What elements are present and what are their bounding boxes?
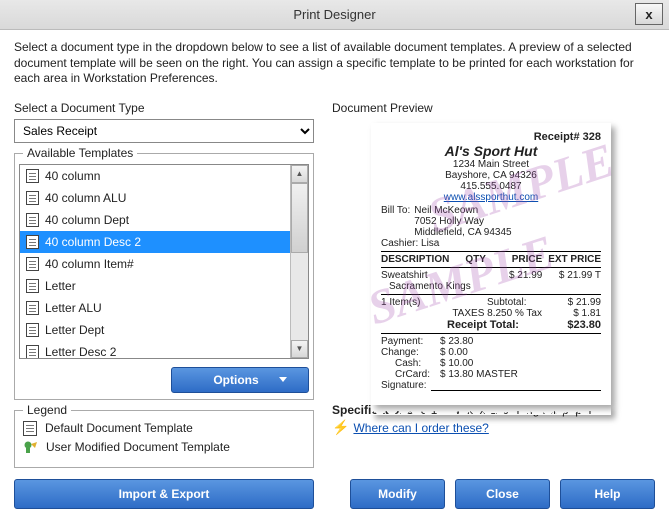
close-button[interactable]: Close bbox=[455, 479, 550, 509]
store-phone: 415.555.0487 bbox=[381, 181, 601, 192]
template-label: 40 column bbox=[45, 168, 100, 184]
preview-label: Document Preview bbox=[332, 101, 655, 115]
receipt-item: Sweatshirt$ 21.99$ 21.99 T bbox=[381, 270, 601, 281]
receipt-item-desc: Sacramento Kings bbox=[381, 281, 601, 292]
help-button[interactable]: Help bbox=[560, 479, 655, 509]
template-row[interactable]: Letter bbox=[20, 275, 290, 297]
legend-label: Legend bbox=[23, 403, 71, 417]
receipt-number: Receipt# 328 bbox=[381, 131, 601, 143]
receipt-total: Receipt Total:$23.80 bbox=[381, 319, 601, 331]
cashier: Cashier: Lisa bbox=[381, 238, 601, 249]
template-row[interactable]: Letter Dept bbox=[20, 319, 290, 341]
import-export-button[interactable]: Import & Export bbox=[14, 479, 314, 509]
doctype-select[interactable]: Sales Receipt bbox=[14, 119, 314, 143]
template-row[interactable]: 40 column bbox=[20, 165, 290, 187]
close-window-button[interactable]: x bbox=[635, 3, 663, 25]
document-icon bbox=[26, 235, 39, 249]
doctype-label: Select a Document Type bbox=[14, 101, 314, 115]
document-icon bbox=[26, 169, 39, 183]
template-label: Letter Dept bbox=[45, 322, 104, 338]
template-row[interactable]: 40 column Item# bbox=[20, 253, 290, 275]
template-row[interactable]: Letter ALU bbox=[20, 297, 290, 319]
template-label: Letter Desc 2 bbox=[45, 344, 116, 359]
document-icon bbox=[26, 257, 39, 271]
modify-button[interactable]: Modify bbox=[350, 479, 445, 509]
legend-modified: User Modified Document Template bbox=[23, 438, 305, 457]
lightning-icon: ⚡ bbox=[332, 421, 349, 433]
document-icon bbox=[26, 323, 39, 337]
billto-label: Bill To: bbox=[381, 205, 410, 238]
order-link-row: ⚡ Where can I order these? bbox=[332, 421, 655, 435]
templates-listbox[interactable]: 40 column 40 column ALU 40 column Dept 40 c… bbox=[19, 164, 309, 359]
templates-fieldset: Available Templates 40 column40 column A… bbox=[14, 153, 314, 400]
receipt-edge-icon bbox=[371, 405, 611, 415]
close-icon: x bbox=[645, 7, 652, 22]
store-name: Al's Sport Hut bbox=[381, 143, 601, 159]
template-row[interactable]: Letter Desc 2 bbox=[20, 341, 290, 359]
legend-default: Default Document Template bbox=[23, 419, 305, 438]
user-modified-icon bbox=[23, 440, 38, 455]
template-row[interactable]: 40 column Dept bbox=[20, 209, 290, 231]
billto-name: Neil McKeown bbox=[414, 205, 511, 216]
store-addr1: 1234 Main Street bbox=[381, 159, 601, 170]
template-row[interactable]: 40 column ALU bbox=[20, 187, 290, 209]
document-preview: SAMPLE SAMPLE Receipt# 328 Al's Sport Hu… bbox=[332, 119, 655, 399]
window-title: Print Designer bbox=[293, 7, 375, 22]
order-link[interactable]: Where can I order these? bbox=[353, 421, 488, 435]
document-icon bbox=[26, 345, 39, 359]
receipt-preview: SAMPLE SAMPLE Receipt# 328 Al's Sport Hu… bbox=[371, 123, 611, 405]
document-icon bbox=[26, 213, 39, 227]
template-label: 40 column Dept bbox=[45, 212, 129, 228]
scroll-down-button[interactable]: ▼ bbox=[291, 340, 308, 358]
title-bar: Print Designer x bbox=[0, 0, 669, 30]
options-button[interactable]: Options bbox=[171, 367, 309, 393]
legend-fieldset: Legend Default Document Template User Mo… bbox=[14, 410, 314, 468]
template-label: Letter ALU bbox=[45, 300, 102, 316]
scroll-thumb[interactable] bbox=[291, 183, 308, 253]
receipt-columns: DESCRIPTIONQTYPRICEEXT PRICE bbox=[381, 254, 601, 265]
templates-scrollbar[interactable]: ▲ ▼ bbox=[290, 165, 308, 358]
template-label: 40 column Item# bbox=[45, 256, 134, 272]
scroll-up-button[interactable]: ▲ bbox=[291, 165, 308, 183]
intro-text: Select a document type in the dropdown b… bbox=[14, 40, 655, 87]
document-icon bbox=[26, 301, 39, 315]
billto-addr1: 7052 Holly Way bbox=[414, 216, 511, 227]
template-label: 40 column Desc 2 bbox=[45, 234, 141, 250]
document-icon bbox=[26, 191, 39, 205]
document-icon bbox=[26, 279, 39, 293]
templates-label: Available Templates bbox=[23, 146, 137, 160]
store-addr2: Bayshore, CA 94326 bbox=[381, 170, 601, 181]
template-label: Letter bbox=[45, 278, 76, 294]
chevron-down-icon bbox=[279, 377, 287, 382]
template-row[interactable]: 40 column Desc 2 bbox=[20, 231, 290, 253]
billto-addr2: Middlefield, CA 94345 bbox=[414, 227, 511, 238]
document-icon bbox=[23, 421, 37, 436]
store-url: www.alssporthut.com bbox=[381, 192, 601, 203]
items-count: 1 Item(s) bbox=[381, 297, 484, 308]
template-label: 40 column ALU bbox=[45, 190, 126, 206]
